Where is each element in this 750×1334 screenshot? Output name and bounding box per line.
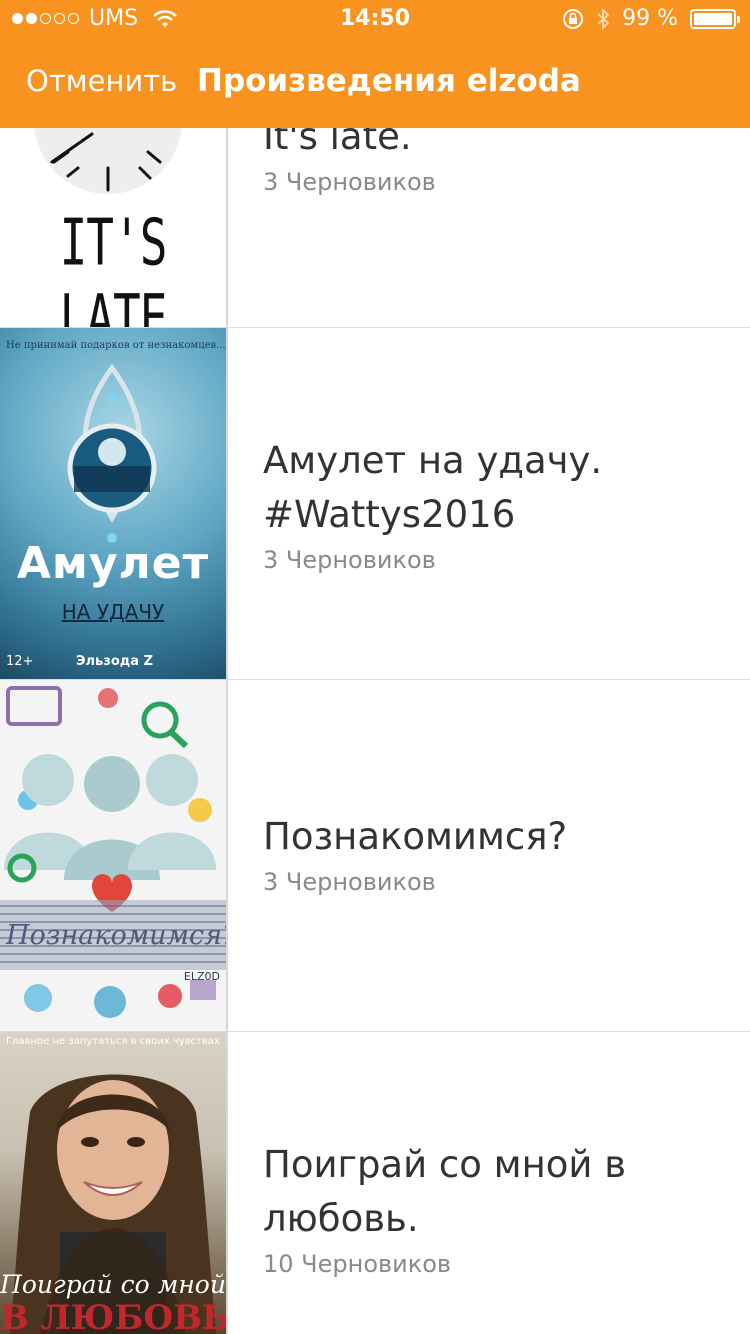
story-drafts-count: 3 Черновиков	[263, 546, 436, 574]
story-cover: Познакомимся? ELZ0D	[0, 680, 228, 1031]
story-drafts-count: 3 Черновиков	[263, 168, 436, 196]
cover-age-rating: 12+	[6, 654, 34, 669]
story-row[interactable]: Познакомимся? ELZ0D Познакомимся? 3 Черн…	[0, 680, 750, 1032]
rotation-lock-icon	[563, 8, 584, 29]
status-bar: UMS 14:50 99 %	[0, 0, 750, 40]
page-title: Произведения elzoda	[197, 63, 581, 99]
battery-level	[694, 12, 732, 25]
story-cover: Не принимай подарков от незнакомцев... А…	[0, 328, 228, 679]
cover-author: Эльзода Z	[76, 654, 153, 669]
app-header: UMS 14:50 99 % Отменить Произведения elz…	[0, 0, 750, 128]
story-row[interactable]: Не принимай подарков от незнакомцев... А…	[0, 328, 750, 680]
story-drafts-count: 10 Черновиков	[263, 1250, 452, 1278]
cancel-button[interactable]: Отменить	[26, 64, 177, 98]
cover-subtitle: НА УДАЧУ	[61, 600, 165, 624]
battery-icon	[690, 8, 740, 29]
nav-bar: Отменить Произведения elzoda	[0, 40, 750, 128]
cover-title-line2: В ЛЮБОВЬ	[0, 1298, 228, 1334]
story-drafts-count: 3 Черновиков	[263, 868, 436, 896]
bluetooth-icon	[597, 7, 610, 30]
cover-title: Познакомимся?	[6, 920, 228, 951]
story-row[interactable]: Главное не запутаться в своих чувствах П…	[0, 1032, 750, 1334]
story-title: Амулет на удачу. #Wattys2016	[263, 439, 603, 536]
cover-text: IT'S LATE	[59, 204, 168, 327]
story-list[interactable]: IT'S LATE It's late. 3 Черновиков Не при…	[0, 0, 750, 1334]
story-title: Поиграй со мной в любовь.	[263, 1143, 627, 1240]
cover-title-line1: Поиграй со мной	[0, 1270, 226, 1299]
story-cover: Главное не запутаться в своих чувствах П…	[0, 1032, 228, 1334]
cover-title: Амулет	[16, 538, 210, 589]
cover-author: ELZ0D	[183, 970, 220, 983]
battery-percent: 99 %	[622, 6, 678, 31]
amulet-icon	[67, 363, 157, 543]
story-title: Познакомимся?	[263, 815, 568, 858]
